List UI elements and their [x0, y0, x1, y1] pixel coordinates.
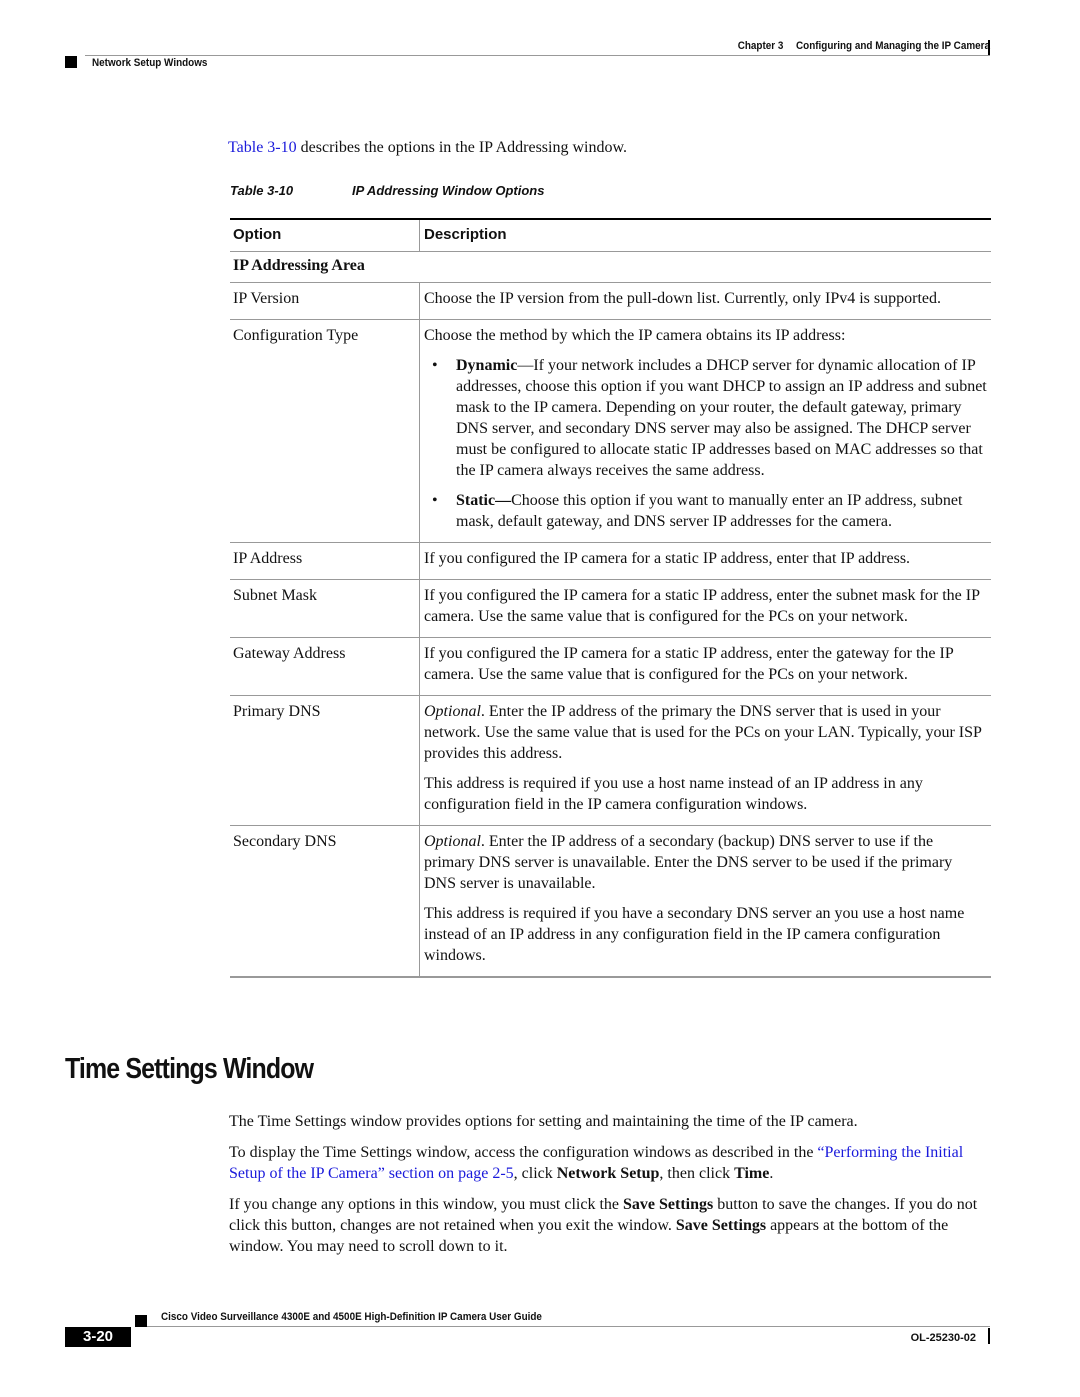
table-header-row: Option Description: [230, 220, 991, 252]
intro-rest: describes the options in the IP Addressi…: [296, 139, 627, 156]
option-description: If you configured the IP camera for a st…: [419, 543, 991, 579]
description-body: . Enter the IP address of a secondary (b…: [424, 833, 953, 892]
table-bottom-rule: [230, 976, 991, 978]
page-number: 3-20: [65, 1327, 131, 1347]
text-run: .: [769, 1165, 774, 1182]
table-row: IP Address If you configured the IP came…: [230, 543, 991, 580]
table-row: Primary DNS Optional. Enter the IP addre…: [230, 696, 991, 826]
text-run: To display the Time Settings window, acc…: [229, 1144, 818, 1161]
table-row: IP Version Choose the IP version from th…: [230, 283, 991, 320]
option-name: Secondary DNS: [233, 833, 337, 850]
option-name: IP Address: [233, 550, 303, 567]
bullet-item: • Dynamic—If your network includes a DHCP…: [424, 355, 987, 481]
paragraph: The Time Settings window provides option…: [229, 1113, 858, 1130]
header-option: Option: [233, 226, 282, 243]
ui-term: Time: [734, 1165, 770, 1182]
description-text: If you configured the IP camera for a st…: [424, 587, 980, 625]
bullet-text: —If your network includes a DHCP server …: [456, 357, 987, 479]
optional-label: Optional: [424, 833, 481, 850]
option-description: If you configured the IP camera for a st…: [419, 580, 991, 637]
ui-term: Network Setup: [556, 1165, 660, 1182]
section-heading: Time Settings Window: [65, 1053, 314, 1085]
text-run: , click: [513, 1165, 557, 1182]
table-row: Gateway Address If you configured the IP…: [230, 638, 991, 696]
table-caption-number: Table 3-10: [230, 183, 294, 198]
description-body: . Enter the IP address of the primary th…: [424, 703, 982, 762]
description-text: Optional. Enter the IP address of the pr…: [424, 701, 987, 764]
option-description: Choose the IP version from the pull-down…: [419, 283, 991, 319]
guide-title: Cisco Video Surveillance 4300E and 4500E…: [161, 1311, 542, 1323]
table-row: Subnet Mask If you configured the IP cam…: [230, 580, 991, 638]
table-reference-link[interactable]: Table 3-10: [228, 139, 297, 156]
option-description: Optional. Enter the IP address of a seco…: [419, 826, 991, 976]
description-text: Optional. Enter the IP address of a seco…: [424, 831, 987, 894]
bullet-text: Choose this option if you want to manual…: [456, 492, 963, 530]
document-number: OL-25230-02: [910, 1332, 976, 1344]
footer-rule: [147, 1326, 990, 1327]
table-caption: Table 3-10 IP Addressing Window Options: [230, 183, 544, 198]
text-run: If you change any options in this window…: [229, 1196, 624, 1213]
bullet-item: • Static—Choose this option if you want t…: [424, 490, 987, 532]
bullet-icon: •: [432, 492, 438, 509]
header-description: Description: [419, 220, 991, 251]
option-name: Gateway Address: [233, 645, 346, 662]
footer-marker-icon: [135, 1315, 147, 1327]
option-description: If you configured the IP camera for a st…: [419, 638, 991, 695]
description-note: This address is required if you have a s…: [424, 905, 965, 964]
header-rule: [85, 55, 990, 56]
option-name: Configuration Type: [233, 327, 359, 344]
options-table: Option Description IP Addressing Area IP…: [230, 218, 991, 978]
paragraph: If you change any options in this window…: [229, 1194, 991, 1257]
ui-term: Save Settings: [623, 1196, 714, 1213]
description-text: If you configured the IP camera for a st…: [424, 550, 911, 567]
bullet-term: Dynamic: [456, 357, 518, 374]
text-run: , then click: [659, 1165, 735, 1182]
option-name: Subnet Mask: [233, 587, 317, 604]
description-text: Choose the method by which the IP camera…: [424, 327, 846, 344]
running-header-chapter: Chapter 3 Configuring and Managing the IP…: [612, 40, 990, 52]
footer-bar: [988, 1328, 990, 1344]
bullet-list: • Dynamic—If your network includes a DHCP…: [424, 355, 987, 532]
description-text: If you configured the IP camera for a st…: [424, 645, 954, 683]
ui-term: Save Settings: [675, 1217, 767, 1234]
table-area-row: IP Addressing Area: [230, 252, 991, 283]
description-text: Choose the IP version from the pull-down…: [424, 290, 941, 307]
option-description: Optional. Enter the IP address of the pr…: [419, 696, 991, 825]
chapter-title: Configuring and Managing the IP Camera: [796, 40, 990, 52]
table-caption-title: IP Addressing Window Options: [352, 183, 545, 198]
description-note: This address is required if you use a ho…: [424, 775, 923, 813]
header-bar: [988, 40, 990, 56]
option-name: IP Version: [233, 290, 300, 307]
optional-label: Optional: [424, 703, 481, 720]
table-row: Secondary DNS Optional. Enter the IP add…: [230, 826, 991, 976]
section-body: The Time Settings window provides option…: [229, 1111, 991, 1267]
running-header-section: Network Setup Windows: [92, 57, 208, 69]
section-marker-icon: [65, 56, 77, 68]
intro-text: Table 3-10 describes the options in the …: [228, 139, 627, 157]
chapter-number: Chapter 3: [737, 40, 784, 52]
table-row: Configuration Type Choose the method by …: [230, 320, 991, 543]
option-description: Choose the method by which the IP camera…: [419, 320, 991, 542]
bullet-icon: •: [432, 357, 438, 374]
paragraph: To display the Time Settings window, acc…: [229, 1142, 991, 1184]
bullet-term: Static—: [456, 492, 512, 509]
area-title: IP Addressing Area: [233, 257, 365, 274]
option-name: Primary DNS: [233, 703, 321, 720]
